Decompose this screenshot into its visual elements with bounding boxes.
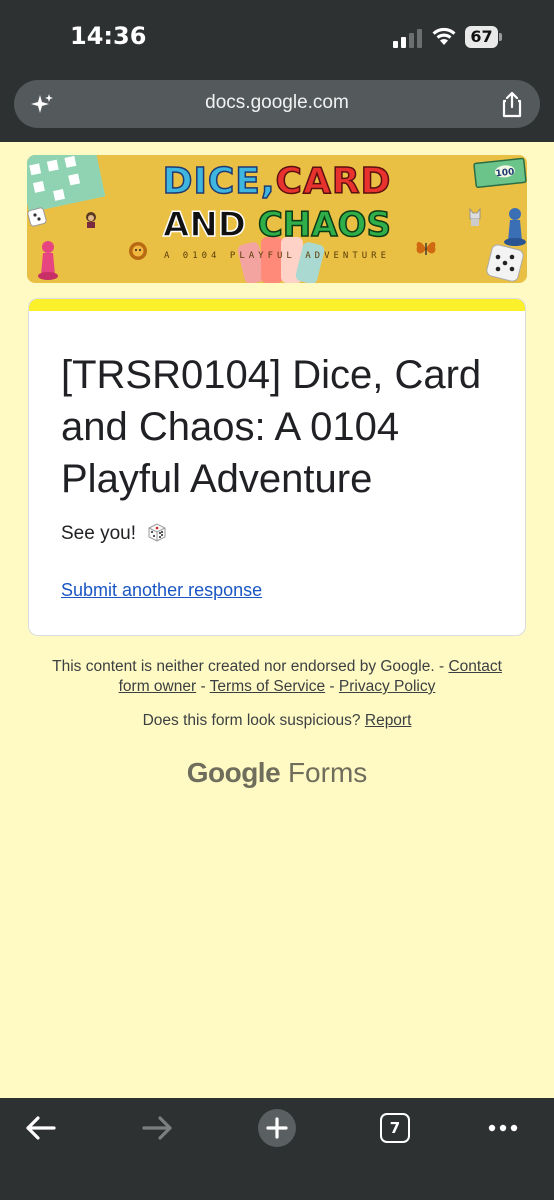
banner-title-line2: AND CHAOS	[27, 204, 527, 246]
browser-top-bar: 14:36 67 docs.google.com	[0, 0, 554, 142]
separator: -	[200, 678, 206, 695]
submit-another-response-link[interactable]: Submit another response	[61, 580, 262, 601]
form-header-banner: 100 DICE,CARD AND CHAOS A 0104 PLAYFUL A…	[27, 155, 527, 283]
disclaimer-text: This content is neither created nor endo…	[52, 658, 445, 675]
large-dice-icon	[486, 244, 524, 282]
battery-level: 67	[465, 26, 498, 48]
battery-indicator: 67	[465, 26, 502, 48]
tab-switcher-button[interactable]: 7	[372, 1108, 420, 1148]
suspicious-notice: Does this form look suspicious? Report	[0, 712, 554, 730]
more-menu-icon[interactable]	[479, 1108, 527, 1148]
tab-count[interactable]: 7	[380, 1113, 410, 1143]
back-arrow-icon[interactable]	[16, 1108, 64, 1148]
forms-wordmark: Forms	[287, 757, 368, 788]
form-confirmation-card: [TRSR0104] Dice, Card and Chaos: A 0104 …	[28, 298, 526, 636]
privacy-policy-link[interactable]: Privacy Policy	[339, 678, 435, 695]
new-tab-plus-icon[interactable]	[253, 1108, 301, 1148]
form-title: [TRSR0104] Dice, Card and Chaos: A 0104 …	[61, 353, 482, 501]
footer-disclaimer: This content is neither created nor endo…	[40, 657, 514, 697]
banner-word-card: CARD	[275, 160, 392, 203]
dice-emoji-icon	[148, 523, 166, 542]
google-wordmark: Google	[186, 757, 281, 788]
forward-arrow-icon[interactable]	[134, 1108, 182, 1148]
report-link[interactable]: Report	[365, 712, 412, 729]
url-text[interactable]: docs.google.com	[14, 92, 540, 114]
confirmation-message: See you!	[61, 521, 167, 545]
accent-strip	[29, 299, 525, 311]
google-forms-logo[interactable]: Google Forms	[0, 757, 554, 789]
wifi-icon	[432, 27, 456, 45]
banner-word-chaos: CHAOS	[257, 204, 392, 246]
banner-subtitle: A 0104 PLAYFUL ADVENTURE	[163, 251, 391, 261]
pink-pawn-icon	[38, 241, 58, 280]
browser-bottom-toolbar: 7	[0, 1098, 554, 1200]
share-icon[interactable]	[500, 90, 524, 118]
suspicious-text: Does this form look suspicious?	[142, 712, 361, 729]
banner-title-line1: DICE,CARD	[27, 160, 527, 203]
banner-word-dice: DICE,	[162, 160, 276, 203]
banner-word-and: AND	[162, 204, 247, 246]
separator: -	[329, 678, 335, 695]
confirmation-text: See you!	[61, 523, 136, 544]
address-bar[interactable]: docs.google.com	[14, 80, 540, 128]
cellular-signal-icon	[393, 29, 422, 48]
status-time: 14:36	[70, 22, 147, 50]
terms-of-service-link[interactable]: Terms of Service	[210, 678, 325, 695]
